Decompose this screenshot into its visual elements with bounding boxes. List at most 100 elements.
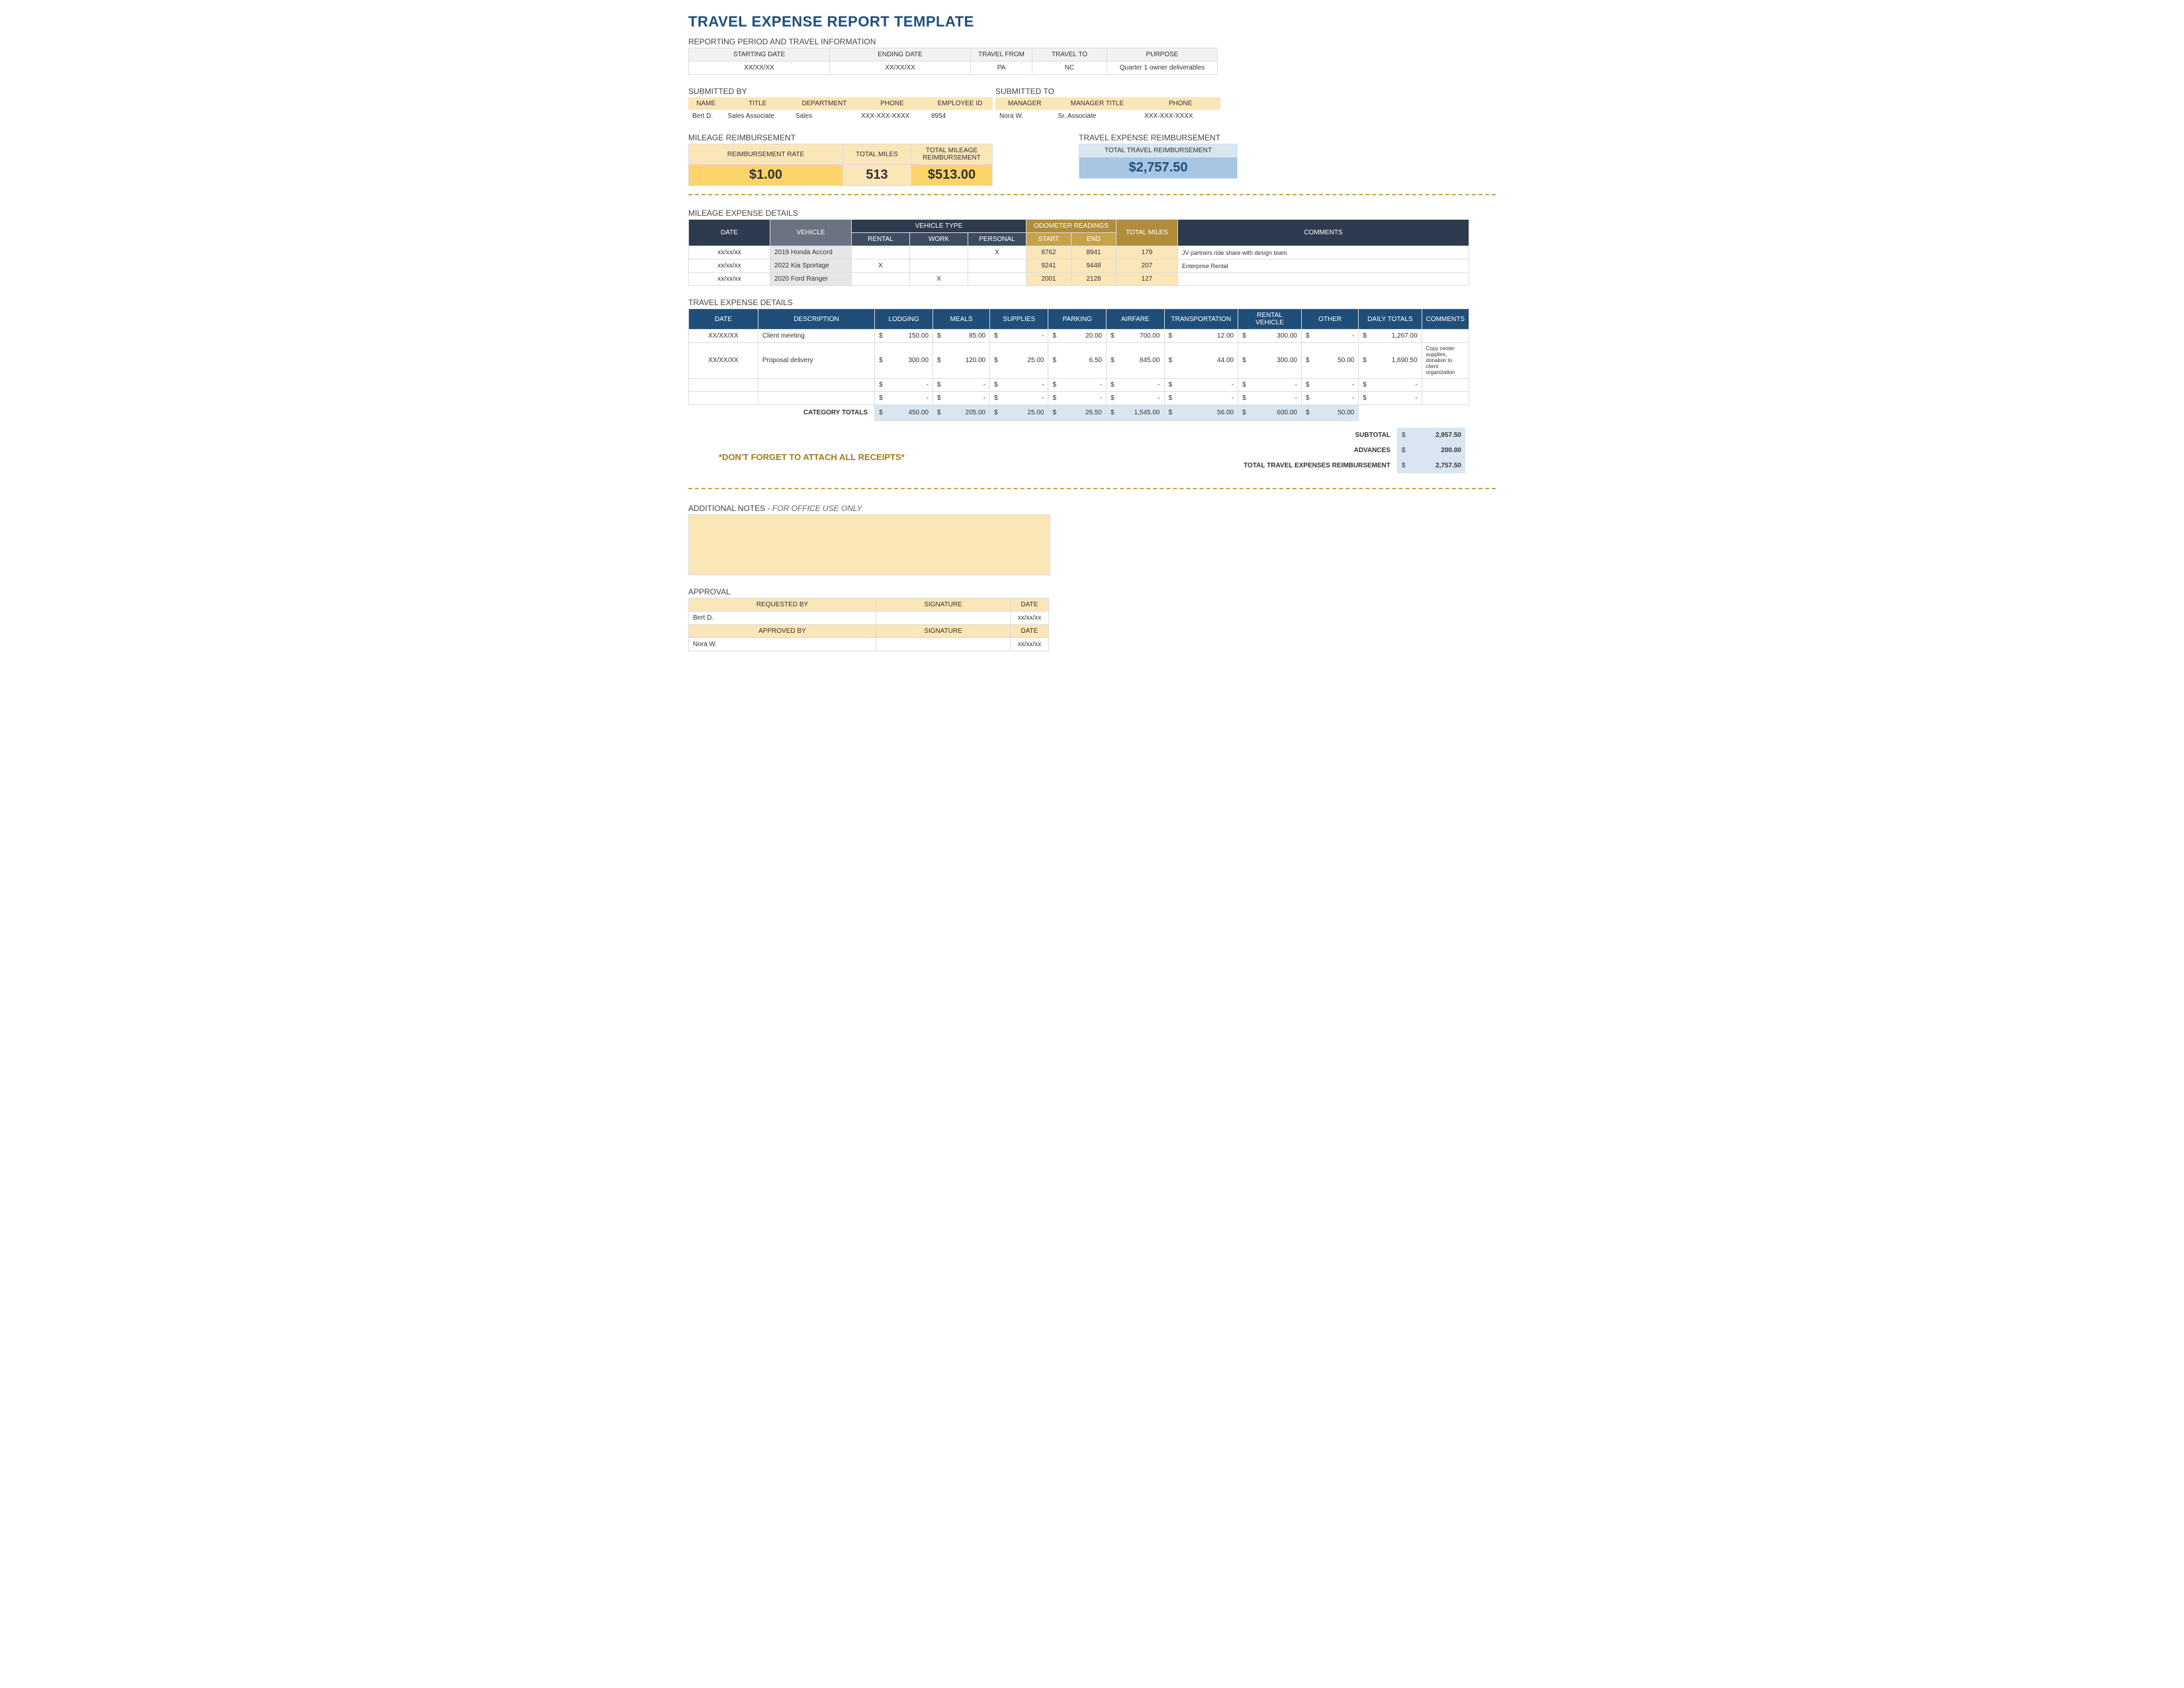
md-comments[interactable]: JV partners ride share with design team <box>1178 246 1469 259</box>
md-start[interactable]: 9241 <box>1026 259 1071 273</box>
td-cell[interactable]: $- <box>1238 392 1302 405</box>
travel-detail-label: TRAVEL EXPENSE DETAILS <box>688 298 1496 307</box>
ap-req-date[interactable]: xx/xx/xx <box>1011 611 1049 624</box>
td-cell[interactable]: $- <box>875 379 933 392</box>
md-start[interactable]: 2001 <box>1026 273 1071 286</box>
val-purpose[interactable]: Quarter 1 owner deliverables <box>1107 62 1218 75</box>
td-other-h: OTHER <box>1302 309 1359 330</box>
td-cell[interactable]: $- <box>1107 392 1164 405</box>
td-cell[interactable]: $- <box>1238 379 1302 392</box>
md-rental[interactable] <box>852 246 910 259</box>
sb-name[interactable]: Bert D. <box>688 110 723 122</box>
td-desc[interactable] <box>758 379 874 392</box>
md-end-h: END <box>1071 233 1116 246</box>
ap-app-date[interactable]: xx/xx/xx <box>1011 637 1049 651</box>
td-cell[interactable]: $50.00 <box>1302 343 1359 379</box>
ap-app-sig[interactable] <box>876 637 1011 651</box>
advances-label: ADVANCES <box>1148 443 1398 458</box>
td-cell[interactable]: $700.00 <box>1107 330 1164 343</box>
td-cell[interactable]: $20.00 <box>1048 330 1107 343</box>
td-cell[interactable]: $- <box>990 379 1048 392</box>
md-vehicle[interactable]: 2022 Kia Sportage <box>770 259 852 273</box>
td-cell[interactable]: $6.50 <box>1048 343 1107 379</box>
hdr-from: TRAVEL FROM <box>971 48 1032 62</box>
sb-title[interactable]: Sales Associate <box>723 110 791 122</box>
td-cell[interactable]: $300.00 <box>1238 330 1302 343</box>
td-cell[interactable]: $150.00 <box>875 330 933 343</box>
td-comments[interactable] <box>1422 379 1469 392</box>
td-desc[interactable] <box>758 392 874 405</box>
md-comments[interactable] <box>1178 273 1469 286</box>
md-date[interactable]: xx/xx/xx <box>689 246 770 259</box>
td-comments[interactable]: Copy center supplies, donation to client… <box>1422 343 1469 379</box>
td-date[interactable]: XX/XX/XX <box>689 343 758 379</box>
notes-box[interactable] <box>688 514 1050 575</box>
td-cell[interactable]: $25.00 <box>990 343 1048 379</box>
td-cell[interactable]: $- <box>875 392 933 405</box>
td-cell[interactable]: $300.00 <box>875 343 933 379</box>
md-work[interactable] <box>910 259 968 273</box>
td-park-h: PARKING <box>1048 309 1107 330</box>
md-rental[interactable]: X <box>852 259 910 273</box>
td-comments[interactable] <box>1422 330 1469 343</box>
td-cell[interactable]: $- <box>1048 379 1107 392</box>
md-personal[interactable] <box>968 273 1026 286</box>
td-cell[interactable]: $- <box>1048 392 1107 405</box>
td-desc[interactable]: Proposal delivery <box>758 343 874 379</box>
advances[interactable]: $200.00 <box>1398 443 1466 458</box>
st-title[interactable]: Sr. Associate <box>1054 110 1141 122</box>
md-personal[interactable] <box>968 259 1026 273</box>
td-cell[interactable]: $- <box>933 379 990 392</box>
td-date[interactable]: XX/XX/XX <box>689 330 758 343</box>
md-work[interactable]: X <box>910 273 968 286</box>
td-cell[interactable]: $44.00 <box>1164 343 1238 379</box>
val-from[interactable]: PA <box>971 62 1032 75</box>
td-date-h: DATE <box>689 309 758 330</box>
td-cell[interactable]: $845.00 <box>1107 343 1164 379</box>
td-cell[interactable]: $- <box>1302 330 1359 343</box>
td-cell[interactable]: $300.00 <box>1238 343 1302 379</box>
attach-note: *DON'T FORGET TO ATTACH ALL RECEIPTS* <box>719 452 1140 462</box>
sb-dept[interactable]: Sales <box>792 110 857 122</box>
val-end[interactable]: XX/XX/XX <box>830 62 971 75</box>
ap-req-name[interactable]: Bert D. <box>689 611 876 624</box>
val-start[interactable]: XX/XX/XX <box>689 62 830 75</box>
val-to[interactable]: NC <box>1032 62 1107 75</box>
md-end[interactable]: 9448 <box>1071 259 1116 273</box>
td-date[interactable] <box>689 379 758 392</box>
td-comments[interactable] <box>1422 392 1469 405</box>
mr-rate[interactable]: $1.00 <box>689 165 843 186</box>
td-cell[interactable]: $12.00 <box>1164 330 1238 343</box>
td-cell[interactable]: $- <box>933 392 990 405</box>
td-desc[interactable]: Client meeting <box>758 330 874 343</box>
td-cell[interactable]: $- <box>990 330 1048 343</box>
md-end[interactable]: 2128 <box>1071 273 1116 286</box>
td-cell[interactable]: $- <box>1164 379 1238 392</box>
md-personal[interactable]: X <box>968 246 1026 259</box>
td-cell[interactable]: $120.00 <box>933 343 990 379</box>
md-rental[interactable] <box>852 273 910 286</box>
sb-phone[interactable]: XXX-XXX-XXXX <box>857 110 927 122</box>
md-date[interactable]: xx/xx/xx <box>689 259 770 273</box>
td-date[interactable] <box>689 392 758 405</box>
td-cell[interactable]: $85.00 <box>933 330 990 343</box>
td-cell[interactable]: $- <box>1164 392 1238 405</box>
ap-app-name[interactable]: Nora W. <box>689 637 876 651</box>
td-cell[interactable]: $- <box>1302 392 1359 405</box>
st-title-h: MANAGER TITLE <box>1054 97 1141 110</box>
ap-req-sig[interactable] <box>876 611 1011 624</box>
hdr-end: ENDING DATE <box>830 48 971 62</box>
st-phone[interactable]: XXX-XXX-XXXX <box>1140 110 1220 122</box>
md-vehicle[interactable]: 2020 Ford Ranger <box>770 273 852 286</box>
td-cell[interactable]: $- <box>990 392 1048 405</box>
td-cell[interactable]: $- <box>1302 379 1359 392</box>
md-vehicle[interactable]: 2019 Honda Accord <box>770 246 852 259</box>
td-cell[interactable]: $- <box>1107 379 1164 392</box>
md-end[interactable]: 8941 <box>1071 246 1116 259</box>
md-start[interactable]: 8762 <box>1026 246 1071 259</box>
md-work[interactable] <box>910 246 968 259</box>
sb-emp[interactable]: 8954 <box>927 110 993 122</box>
st-mgr[interactable]: Nora W. <box>995 110 1054 122</box>
md-comments[interactable]: Enterprise Rental <box>1178 259 1469 273</box>
md-date[interactable]: xx/xx/xx <box>689 273 770 286</box>
